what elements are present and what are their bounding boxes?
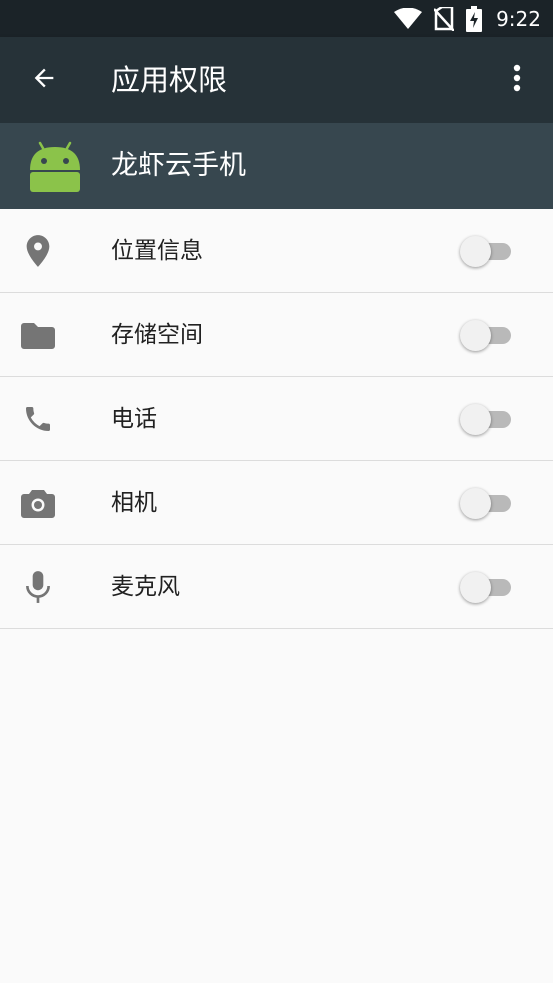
microphone-toggle[interactable] xyxy=(460,570,514,604)
battery-charging-icon xyxy=(466,5,483,32)
permission-row-microphone[interactable]: 麦克风 xyxy=(0,545,553,629)
permission-list: 位置信息 存储空间 电话 相机 麦克风 xyxy=(0,209,553,629)
toggle-thumb xyxy=(460,572,491,603)
status-time: 9:22 xyxy=(496,6,541,31)
location-toggle[interactable] xyxy=(460,234,514,268)
page-title: 应用权限 xyxy=(111,63,228,97)
back-button[interactable] xyxy=(22,58,66,102)
more-vert-icon xyxy=(512,64,522,96)
toggle-thumb xyxy=(460,236,491,267)
permission-label: 电话 xyxy=(111,406,157,432)
permission-label: 相机 xyxy=(111,490,157,516)
status-bar: 9:22 xyxy=(0,0,553,37)
permission-label: 位置信息 xyxy=(111,238,203,264)
arrow-back-icon xyxy=(30,64,58,96)
app-name: 龙虾云手机 xyxy=(111,150,246,181)
permission-label: 麦克风 xyxy=(111,574,180,600)
app-header: 龙虾云手机 xyxy=(0,123,553,209)
folder-icon xyxy=(20,317,56,353)
permission-label: 存储空间 xyxy=(111,322,203,348)
permission-row-camera[interactable]: 相机 xyxy=(0,461,553,545)
no-sim-icon xyxy=(434,6,455,31)
camera-icon xyxy=(20,485,56,521)
more-options-button[interactable] xyxy=(495,58,539,102)
permission-row-storage[interactable]: 存储空间 xyxy=(0,293,553,377)
phone-icon xyxy=(20,401,56,437)
android-icon xyxy=(28,139,82,195)
toggle-thumb xyxy=(460,404,491,435)
permission-row-phone[interactable]: 电话 xyxy=(0,377,553,461)
toggle-thumb xyxy=(460,488,491,519)
location-pin-icon xyxy=(20,233,56,269)
storage-toggle[interactable] xyxy=(460,318,514,352)
app-bar: 应用权限 xyxy=(0,37,553,123)
camera-toggle[interactable] xyxy=(460,486,514,520)
toggle-thumb xyxy=(460,320,491,351)
phone-toggle[interactable] xyxy=(460,402,514,436)
permission-row-location[interactable]: 位置信息 xyxy=(0,209,553,293)
wifi-icon xyxy=(394,7,423,30)
microphone-icon xyxy=(20,569,56,605)
